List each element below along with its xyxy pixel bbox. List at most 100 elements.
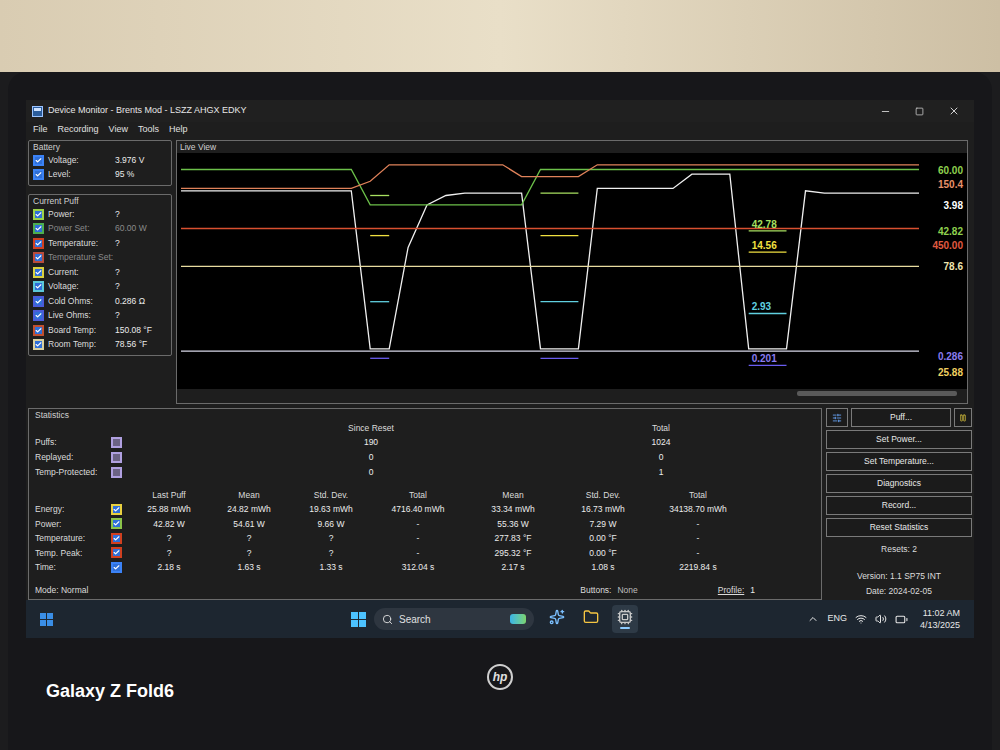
menu-item[interactable]: File bbox=[28, 123, 53, 137]
puff-button[interactable]: Puff... bbox=[851, 408, 951, 427]
action-button[interactable]: Reset Statistics bbox=[826, 518, 972, 537]
action-button[interactable]: Set Temperature... bbox=[826, 452, 972, 471]
language[interactable]: ENG bbox=[827, 612, 847, 626]
stat-cell: 1.08 s bbox=[563, 560, 643, 575]
folder-icon bbox=[583, 609, 599, 625]
reading-label: Level: bbox=[48, 169, 111, 180]
menu-item[interactable]: Help bbox=[164, 123, 193, 137]
reading-row: Power Set:60.00 W bbox=[33, 222, 167, 237]
pinned-app[interactable] bbox=[612, 605, 638, 633]
count-table: Since ResetTotalPuffs:1901024Replayed:00… bbox=[35, 421, 815, 480]
reading-checkbox[interactable] bbox=[33, 267, 44, 278]
action-button[interactable]: Diagnostics bbox=[826, 474, 972, 493]
minimize-icon[interactable] bbox=[880, 106, 891, 117]
wifi-icon[interactable] bbox=[855, 613, 867, 625]
stat-checkbox[interactable] bbox=[111, 562, 122, 573]
column-header: Total bbox=[373, 488, 463, 502]
stat-cell: 2.17 s bbox=[463, 560, 563, 575]
check-icon bbox=[35, 298, 42, 305]
volume-icon[interactable] bbox=[875, 613, 887, 625]
puff-label: 42.78 bbox=[752, 219, 777, 230]
tray-chevron-icon[interactable] bbox=[807, 613, 819, 625]
stat-checkbox[interactable] bbox=[111, 547, 122, 558]
start-button[interactable] bbox=[351, 612, 366, 627]
reading-checkbox[interactable] bbox=[33, 296, 44, 307]
status-line: Mode: NormalButtons:NoneProfile:1 bbox=[35, 584, 815, 596]
stat-checkbox[interactable] bbox=[111, 533, 122, 544]
count-checkbox[interactable] bbox=[111, 452, 122, 463]
stat-label: Temperature: bbox=[35, 531, 111, 546]
laptop-logo: hp bbox=[487, 664, 513, 690]
check-icon bbox=[35, 254, 42, 261]
stat-cell: 55.36 W bbox=[463, 517, 563, 532]
reading-row: Temperature:? bbox=[33, 236, 167, 251]
stat-cell: 54.61 W bbox=[209, 517, 289, 532]
reading-row: Temperature Set: bbox=[33, 251, 167, 266]
count-value: 0 bbox=[129, 450, 613, 465]
options-icon bbox=[832, 413, 842, 423]
action-button[interactable]: Set Power... bbox=[826, 430, 972, 449]
stat-cell: ? bbox=[289, 546, 373, 561]
reading-label: Board Temp: bbox=[48, 325, 111, 336]
stat-cell: ? bbox=[129, 531, 209, 546]
stat-label: Energy: bbox=[35, 502, 111, 517]
check-icon bbox=[35, 341, 42, 348]
maximize-icon[interactable] bbox=[915, 107, 924, 116]
chart-scrollbar[interactable] bbox=[177, 389, 967, 397]
reading-checkbox[interactable] bbox=[33, 310, 44, 321]
series-line bbox=[541, 235, 579, 236]
pinned-app[interactable] bbox=[544, 605, 570, 633]
clock[interactable]: 11:02 AM4/13/2025 bbox=[920, 607, 960, 631]
menu-item[interactable]: View bbox=[104, 123, 133, 137]
edge-label: 150.4 bbox=[938, 179, 963, 190]
reading-checkbox[interactable] bbox=[33, 281, 44, 292]
count-value: 0 bbox=[129, 465, 613, 480]
scrollbar-thumb[interactable] bbox=[797, 391, 957, 396]
search-placeholder: Search bbox=[399, 612, 431, 627]
reading-checkbox[interactable] bbox=[33, 238, 44, 249]
stat-cell: 1.63 s bbox=[209, 560, 289, 575]
count-checkbox[interactable] bbox=[111, 437, 122, 448]
reading-checkbox[interactable] bbox=[33, 325, 44, 336]
reading-checkbox[interactable] bbox=[33, 169, 44, 180]
reading-value: 150.08 °F bbox=[115, 325, 167, 336]
count-checkbox[interactable] bbox=[111, 467, 122, 478]
menu-item[interactable]: Recording bbox=[53, 123, 104, 137]
reading-checkbox[interactable] bbox=[33, 223, 44, 234]
edge-label: 78.6 bbox=[944, 261, 964, 272]
stat-cell: 7.29 W bbox=[563, 517, 643, 532]
puff-label: 0.201 bbox=[752, 353, 777, 364]
battery-icon[interactable] bbox=[895, 613, 908, 626]
reading-value: 0.286 Ω bbox=[115, 296, 167, 307]
reading-row: Board Temp: 150.08 °F bbox=[33, 323, 167, 338]
reading-checkbox[interactable] bbox=[33, 339, 44, 350]
reading-checkbox[interactable] bbox=[33, 252, 44, 263]
stat-checkbox[interactable] bbox=[111, 518, 122, 529]
pinned-app[interactable] bbox=[578, 605, 604, 633]
check-icon bbox=[35, 312, 42, 319]
puff-options-button[interactable] bbox=[826, 408, 848, 427]
reading-value: ? bbox=[115, 310, 167, 321]
stat-checkbox[interactable] bbox=[111, 504, 122, 515]
chart-title: Live View bbox=[177, 141, 967, 153]
count-value: 1 bbox=[613, 465, 709, 480]
stat-cell: 33.34 mWh bbox=[463, 502, 563, 517]
group-title: Battery bbox=[33, 141, 167, 153]
reading-checkbox[interactable] bbox=[33, 155, 44, 166]
widgets-icon[interactable] bbox=[40, 613, 53, 626]
edge-label: 25.88 bbox=[938, 367, 963, 378]
reading-value: 78.56 °F bbox=[115, 339, 167, 350]
search-box[interactable]: Search bbox=[374, 608, 534, 630]
readings-panel: BatteryVoltage:3.976 VLevel:95 %Current … bbox=[28, 140, 172, 404]
search-icon bbox=[382, 614, 393, 625]
close-icon[interactable] bbox=[948, 105, 960, 117]
reading-row: Cold Ohms:0.286 Ω bbox=[33, 294, 167, 309]
pause-button[interactable] bbox=[954, 408, 972, 427]
live-chart: 42.7814.562.930.20160.00150.43.9842.8245… bbox=[177, 153, 967, 389]
menu-item[interactable]: Tools bbox=[133, 123, 164, 137]
action-button[interactable]: Record... bbox=[826, 496, 972, 515]
stat-cell: 2219.84 s bbox=[643, 560, 753, 575]
stats-table: Last PuffMeanStd. Dev.TotalMeanStd. Dev.… bbox=[35, 488, 815, 575]
reading-checkbox[interactable] bbox=[33, 209, 44, 220]
reading-value: ? bbox=[115, 267, 167, 278]
